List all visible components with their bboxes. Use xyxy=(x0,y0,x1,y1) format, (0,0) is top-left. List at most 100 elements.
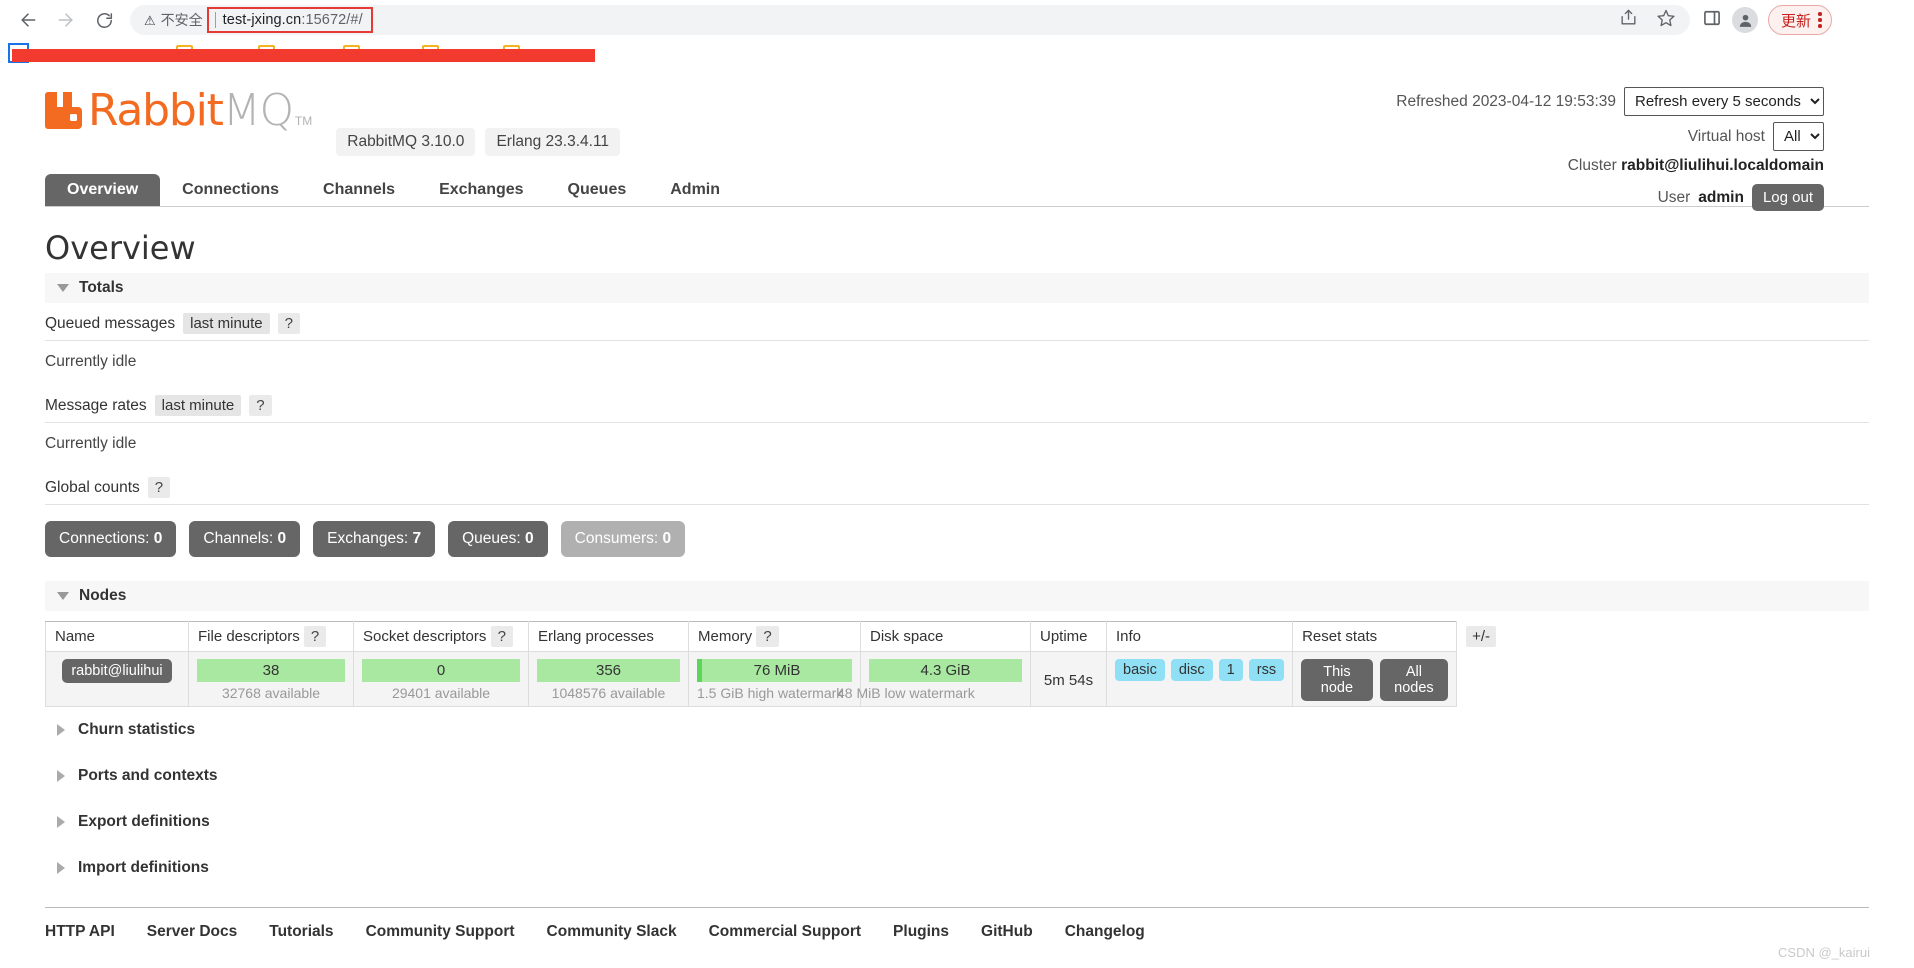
col-uptime[interactable]: Uptime xyxy=(1030,621,1107,652)
cluster-info: Cluster rabbit@liulihui.localdomain xyxy=(1396,157,1824,175)
global-counts-help-icon[interactable]: ? xyxy=(147,477,171,498)
caret-down-icon xyxy=(57,284,69,292)
page-header: RabbitMQ TM RabbitMQ 3.10.0 Erlang 23.3.… xyxy=(45,67,1869,211)
rabbitmq-logo[interactable]: RabbitMQ TM xyxy=(45,89,312,133)
col-file-descriptors[interactable]: File descriptors ? xyxy=(188,621,354,652)
kebab-menu-icon[interactable] xyxy=(1818,12,1822,28)
info-chip-count[interactable]: 1 xyxy=(1218,659,1243,681)
tab-queues[interactable]: Queues xyxy=(546,174,649,206)
reload-icon xyxy=(95,11,114,30)
node-name-pill[interactable]: rabbit@liulihui xyxy=(62,659,172,683)
section-label-totals: Totals xyxy=(79,279,124,296)
omnibox-actions xyxy=(1619,8,1676,33)
nodes-table: Name File descriptors ? Socket descripto… xyxy=(45,621,1506,707)
rabbitmq-wordmark: RabbitMQ xyxy=(88,89,294,133)
col-memory[interactable]: Memory ? xyxy=(688,621,861,652)
queued-messages-help-icon[interactable]: ? xyxy=(277,313,300,334)
back-button[interactable] xyxy=(10,2,46,38)
badge-channels-label: Channels: xyxy=(203,530,274,547)
message-rates-idle: Currently idle xyxy=(45,435,137,452)
message-rates-row: Message rates last minute ? xyxy=(45,385,1869,423)
file-descriptors-available: 32768 available xyxy=(221,685,321,701)
section-label-export-definitions: Export definitions xyxy=(78,813,210,830)
col-socket-descriptors[interactable]: Socket descriptors ? xyxy=(353,621,529,652)
col-info[interactable]: Info xyxy=(1105,621,1294,652)
footer-link-server-docs[interactable]: Server Docs xyxy=(147,923,237,941)
logo-text-mq: MQ xyxy=(222,85,294,136)
footer-link-github[interactable]: GitHub xyxy=(981,923,1033,941)
col-reset-stats[interactable]: Reset stats xyxy=(1292,621,1458,652)
tab-channels[interactable]: Channels xyxy=(301,174,417,206)
badge-exchanges[interactable]: Exchanges: 7 xyxy=(313,521,436,557)
info-chip-disc[interactable]: disc xyxy=(1170,659,1213,681)
browser-actions: 更新 xyxy=(1702,5,1832,35)
section-ports-and-contexts[interactable]: Ports and contexts xyxy=(45,753,1869,799)
cell-socket-descriptors: 0 29401 available xyxy=(353,651,529,707)
queued-messages-period-chip[interactable]: last minute xyxy=(183,313,270,334)
caret-right-icon-churn xyxy=(57,724,65,736)
tab-exchanges[interactable]: Exchanges xyxy=(417,174,545,206)
message-rates-help-icon[interactable]: ? xyxy=(249,395,272,416)
badge-channels-value: 0 xyxy=(277,530,287,547)
plus-minus-toggle[interactable]: +/- xyxy=(1466,626,1497,647)
badge-consumers[interactable]: Consumers: 0 xyxy=(560,521,686,557)
forward-button[interactable] xyxy=(48,2,84,38)
section-header-totals[interactable]: Totals xyxy=(45,273,1869,303)
file-descriptors-help-icon[interactable]: ? xyxy=(303,626,327,647)
address-bar-text[interactable]: test-jxing.cn:15672/#/ xyxy=(223,12,363,28)
col-name[interactable]: Name xyxy=(45,621,189,652)
profile-avatar-icon[interactable] xyxy=(1732,7,1758,33)
reset-this-node-button[interactable]: This node xyxy=(1301,659,1373,701)
security-indicator[interactable]: ⚠ 不安全 xyxy=(144,10,203,30)
memory-help-icon[interactable]: ? xyxy=(756,626,779,647)
badge-queues[interactable]: Queues: 0 xyxy=(448,521,548,557)
header-status-panel: Refreshed 2023-04-12 19:53:39 Refresh ev… xyxy=(1396,87,1824,211)
refresh-interval-select[interactable]: Refresh every 5 seconds xyxy=(1624,87,1824,116)
vhost-select[interactable]: All xyxy=(1773,122,1824,151)
footer-link-changelog[interactable]: Changelog xyxy=(1065,923,1145,941)
page-title: Overview xyxy=(45,229,196,267)
message-rates-period-chip[interactable]: last minute xyxy=(154,395,242,416)
update-button[interactable]: 更新 xyxy=(1768,5,1832,35)
section-label-nodes: Nodes xyxy=(79,587,127,604)
erlang-version-pill: Erlang 23.3.4.11 xyxy=(485,128,621,156)
warning-triangle-icon: ⚠ xyxy=(144,12,156,28)
global-counts-row: Global counts ? xyxy=(45,467,1869,505)
badge-channels[interactable]: Channels: 0 xyxy=(189,521,301,557)
col-disk-space[interactable]: Disk space xyxy=(860,621,1031,652)
badge-queues-label: Queues: xyxy=(462,530,521,547)
info-chip-rss[interactable]: rss xyxy=(1248,659,1285,681)
star-icon[interactable] xyxy=(1656,8,1676,33)
reload-button[interactable] xyxy=(86,2,122,38)
reset-all-nodes-button[interactable]: All nodes xyxy=(1379,659,1449,701)
socket-descriptors-help-icon[interactable]: ? xyxy=(490,626,513,647)
tab-overview[interactable]: Overview xyxy=(45,174,161,206)
nodes-section: Nodes Name File descriptors ? Socket des… xyxy=(45,581,1869,707)
footer-link-plugins[interactable]: Plugins xyxy=(893,923,949,941)
section-import-definitions[interactable]: Import definitions xyxy=(45,845,1869,891)
side-panel-icon[interactable] xyxy=(1702,8,1722,33)
message-rates-label: Message rates xyxy=(45,396,147,414)
vhost-label: Virtual host xyxy=(1687,127,1765,145)
footer-link-community-slack[interactable]: Community Slack xyxy=(547,923,677,941)
footer-link-commercial-support[interactable]: Commercial Support xyxy=(709,923,861,941)
url-separator xyxy=(214,12,216,28)
info-chip-basic[interactable]: basic xyxy=(1115,659,1165,681)
footer-link-tutorials[interactable]: Tutorials xyxy=(269,923,333,941)
badge-queues-value: 0 xyxy=(525,530,534,547)
badge-connections[interactable]: Connections: 0 xyxy=(45,521,177,557)
section-churn-statistics[interactable]: Churn statistics xyxy=(45,707,1869,753)
col-file-descriptors-label: File descriptors xyxy=(198,628,300,645)
logout-button[interactable]: Log out xyxy=(1751,184,1824,211)
table-row: rabbit@liulihui 38 32768 available 0 294… xyxy=(45,651,1506,707)
section-export-definitions[interactable]: Export definitions xyxy=(45,799,1869,845)
url-highlight-box: test-jxing.cn:15672/#/ xyxy=(206,7,373,33)
omnibox[interactable]: ⚠ 不安全 test-jxing.cn:15672/#/ xyxy=(130,5,1690,35)
footer-link-http-api[interactable]: HTTP API xyxy=(45,923,115,941)
footer-link-community-support[interactable]: Community Support xyxy=(366,923,515,941)
section-header-nodes[interactable]: Nodes xyxy=(45,581,1869,611)
share-icon[interactable] xyxy=(1619,8,1638,32)
col-erlang-processes[interactable]: Erlang processes xyxy=(528,621,689,652)
tab-admin[interactable]: Admin xyxy=(648,174,742,206)
tab-connections[interactable]: Connections xyxy=(160,174,301,206)
